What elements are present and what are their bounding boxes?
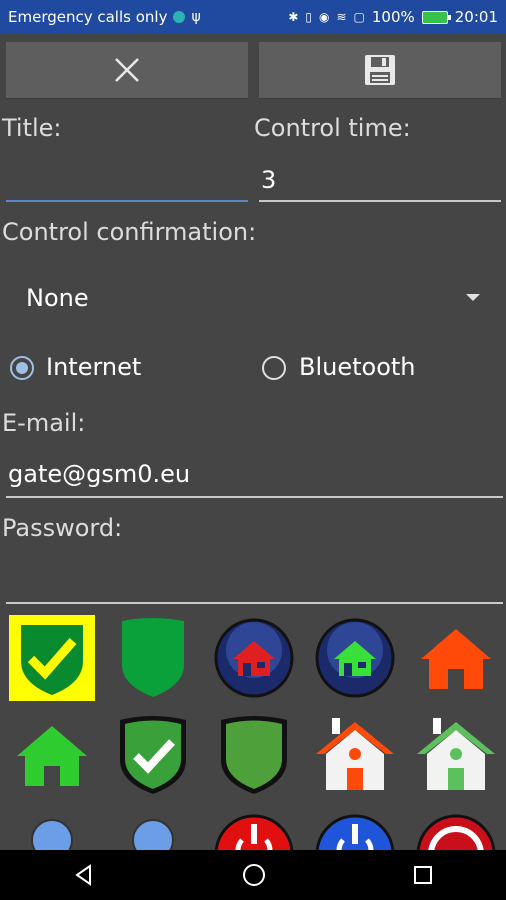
blue-circle-icon[interactable] (9, 810, 95, 850)
shield-dark-green-icon[interactable] (211, 712, 297, 798)
wifi-icon: ≋ (336, 10, 347, 24)
control-confirmation-label: Control confirmation: (2, 218, 257, 246)
home-green-icon[interactable] (9, 712, 95, 798)
bluetooth-label[interactable]: Bluetooth (299, 353, 416, 381)
clock: 20:01 (454, 8, 498, 26)
save-button[interactable] (259, 42, 501, 99)
control-time-input[interactable]: 3 (259, 164, 501, 202)
shield-green-icon[interactable] (110, 615, 196, 701)
home-blue-green-icon[interactable] (312, 615, 398, 701)
power-blue-icon[interactable] (312, 810, 398, 850)
internet-label[interactable]: Internet (46, 353, 141, 381)
password-label: Password: (2, 514, 123, 542)
globe-icon (173, 11, 186, 23)
close-button[interactable] (6, 42, 248, 99)
chevron-down-icon[interactable] (466, 294, 480, 301)
vibrate-icon: ▯ (305, 10, 312, 24)
close-icon (115, 58, 139, 82)
power-red-icon[interactable] (211, 810, 297, 850)
carrier-text: Emergency calls only (8, 8, 168, 26)
title-input[interactable] (6, 164, 248, 202)
email-label: E-mail: (2, 409, 86, 437)
password-input[interactable] (6, 566, 503, 604)
shield-check-yellow-icon[interactable] (9, 615, 95, 701)
title-label: Title: (2, 114, 62, 142)
control-time-label: Control time: (254, 114, 411, 142)
bluetooth-radio[interactable] (262, 356, 286, 380)
battery-percent: 100% (371, 8, 415, 26)
usb-icon: ψ (191, 9, 201, 25)
back-icon[interactable] (72, 863, 96, 887)
status-bar: Emergency calls only ψ ✱ ▯ ◉ ≋ ▢ 100% 20… (0, 0, 506, 34)
battery-icon (421, 10, 451, 24)
home-blue-red-icon[interactable] (211, 615, 297, 701)
blue-circle-icon[interactable] (110, 810, 196, 850)
house-red-roof-icon[interactable] (312, 712, 398, 798)
email-input[interactable]: gate@gsm0.eu (6, 460, 503, 498)
recents-icon[interactable] (412, 864, 434, 886)
bluetooth-icon: ✱ (288, 10, 299, 24)
shield-check-dark-icon[interactable] (110, 712, 196, 798)
home-orange-icon[interactable] (413, 615, 499, 701)
save-icon (365, 55, 395, 85)
eye-icon: ◉ (318, 10, 330, 24)
house-green-roof-icon[interactable] (413, 712, 499, 798)
power-red-ring-icon[interactable] (413, 810, 499, 850)
confirmation-dropdown[interactable]: None (26, 284, 89, 312)
navigation-bar (0, 850, 506, 900)
home-icon[interactable] (241, 862, 267, 888)
sim-icon: ▢ (353, 10, 365, 24)
internet-radio[interactable] (10, 356, 34, 380)
